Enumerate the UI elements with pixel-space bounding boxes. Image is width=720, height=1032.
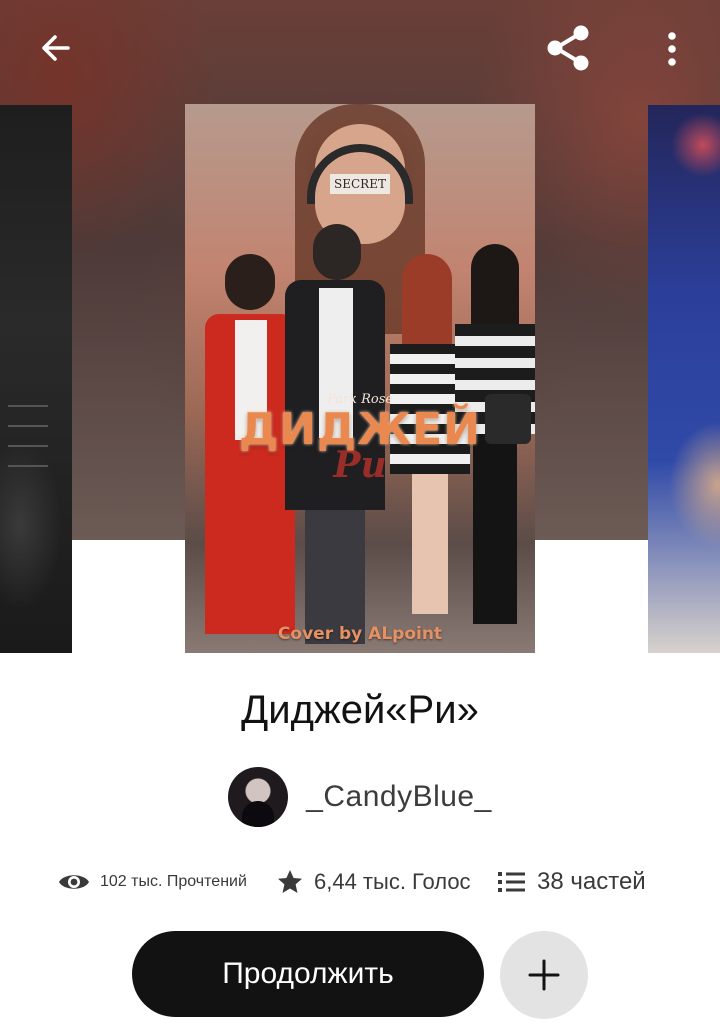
list-icon [498,872,525,892]
continue-button-label: Продолжить [222,957,394,990]
votes-count: 6,44 тыс. Голос [314,869,471,894]
back-button[interactable] [26,22,86,74]
parts-stat: 38 частей [497,862,646,902]
share-icon [547,25,589,71]
author-avatar[interactable] [228,767,289,827]
previous-story-cover[interactable] [0,105,72,653]
reads-stat: 102 тыс. Прочтений [58,862,247,902]
more-vertical-icon [668,32,676,66]
star-icon [278,870,302,893]
top-bar [0,0,720,100]
votes-stat: 6,44 тыс. Голос [276,862,471,902]
plus-icon [528,959,560,991]
more-options-button[interactable] [648,20,696,78]
add-to-library-button[interactable] [500,931,588,1019]
share-button[interactable] [538,18,598,78]
cover-script-title: Ри [333,444,387,486]
next-story-cover[interactable] [648,105,720,653]
reads-count: 102 тыс. Прочтений [100,873,247,890]
cover-credit: Cover by ALpoint [277,624,443,644]
author-name[interactable]: _CandyBlue_ [306,780,492,814]
author-link[interactable]: _CandyBlue_ [0,766,720,828]
cover-band-text: SECRET [330,174,390,194]
story-title: Диджей«Ри» [241,688,479,732]
eye-icon [59,875,89,889]
cover-decoration [8,405,52,485]
arrow-left-icon [42,35,70,61]
story-cover[interactable]: SECRET Park Rose ДИДЖЕЙ Ри Cover by ALpo… [185,104,535,653]
story-stats: 102 тыс. Прочтений 6,44 тыс. Голос 38 ча… [0,862,720,902]
parts-count: 38 частей [537,868,646,895]
continue-reading-button[interactable]: Продолжить [132,931,484,1017]
